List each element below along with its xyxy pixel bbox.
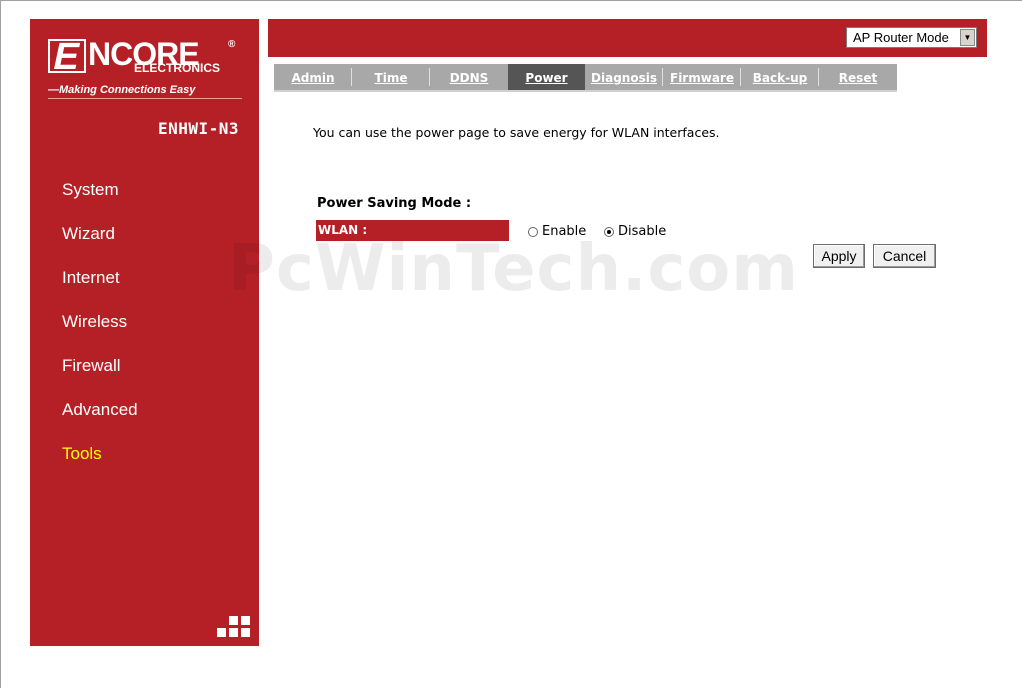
nav-item-tools[interactable]: Tools (62, 440, 138, 484)
router-mode-value: AP Router Mode (853, 30, 949, 45)
window-border-left (0, 0, 1, 688)
tools-tabs: Admin Time DDNS Power Diagnosis Firmware… (274, 64, 897, 92)
tab-label: Back-up (752, 71, 808, 85)
chevron-down-icon[interactable]: ▼ (960, 29, 975, 46)
header-bar: AP Router Mode ▼ (268, 19, 987, 57)
page-description: You can use the power page to save energ… (313, 125, 720, 140)
tab-diagnosis[interactable]: Diagnosis (585, 64, 663, 90)
tab-firmware[interactable]: Firmware (663, 64, 741, 90)
tab-ddns[interactable]: DDNS (430, 64, 508, 90)
tab-power[interactable]: Power (508, 64, 585, 90)
logo-mark-letter: E (49, 36, 84, 78)
tab-label: Admin (291, 71, 335, 85)
nav-item-wireless[interactable]: Wireless (62, 308, 138, 352)
logo-registered-mark: ® (228, 39, 236, 50)
tab-label: Diagnosis (591, 71, 657, 85)
tab-admin[interactable]: Admin (274, 64, 352, 90)
tab-backup[interactable]: Back-up (741, 64, 819, 90)
nav-item-system[interactable]: System (62, 176, 138, 220)
main-nav: System Wizard Internet Wireless Firewall… (62, 176, 138, 484)
logo-mark: E (48, 36, 86, 78)
nav-item-firewall[interactable]: Firewall (62, 352, 138, 396)
router-mode-select[interactable]: AP Router Mode ▼ (846, 27, 977, 48)
brand-tagline: —Making Connections Easy (48, 84, 242, 99)
tab-label: DDNS (449, 71, 489, 85)
tab-reset[interactable]: Reset (819, 64, 897, 90)
apply-button[interactable]: Apply (813, 244, 865, 268)
watermark-text: PcWinTech.com (228, 232, 799, 306)
power-saving-mode-heading: Power Saving Mode : (317, 196, 472, 211)
grid-icon (217, 616, 251, 638)
tab-label: Time (374, 71, 408, 85)
cancel-button[interactable]: Cancel (873, 244, 936, 268)
tab-label: Power (525, 71, 568, 85)
logo-subtitle: ELECTRONICS (134, 61, 221, 75)
nav-item-wizard[interactable]: Wizard (62, 220, 138, 264)
window-border-top (0, 0, 1022, 1)
nav-item-internet[interactable]: Internet (62, 264, 138, 308)
nav-item-advanced[interactable]: Advanced (62, 396, 138, 440)
tab-time[interactable]: Time (352, 64, 430, 90)
tab-label: Reset (838, 71, 878, 85)
sidebar: E NCORE ® ELECTRONICS —Making Connection… (30, 19, 259, 646)
tab-label: Firmware (670, 71, 734, 85)
model-name: ENHWI-N3 (157, 119, 239, 138)
